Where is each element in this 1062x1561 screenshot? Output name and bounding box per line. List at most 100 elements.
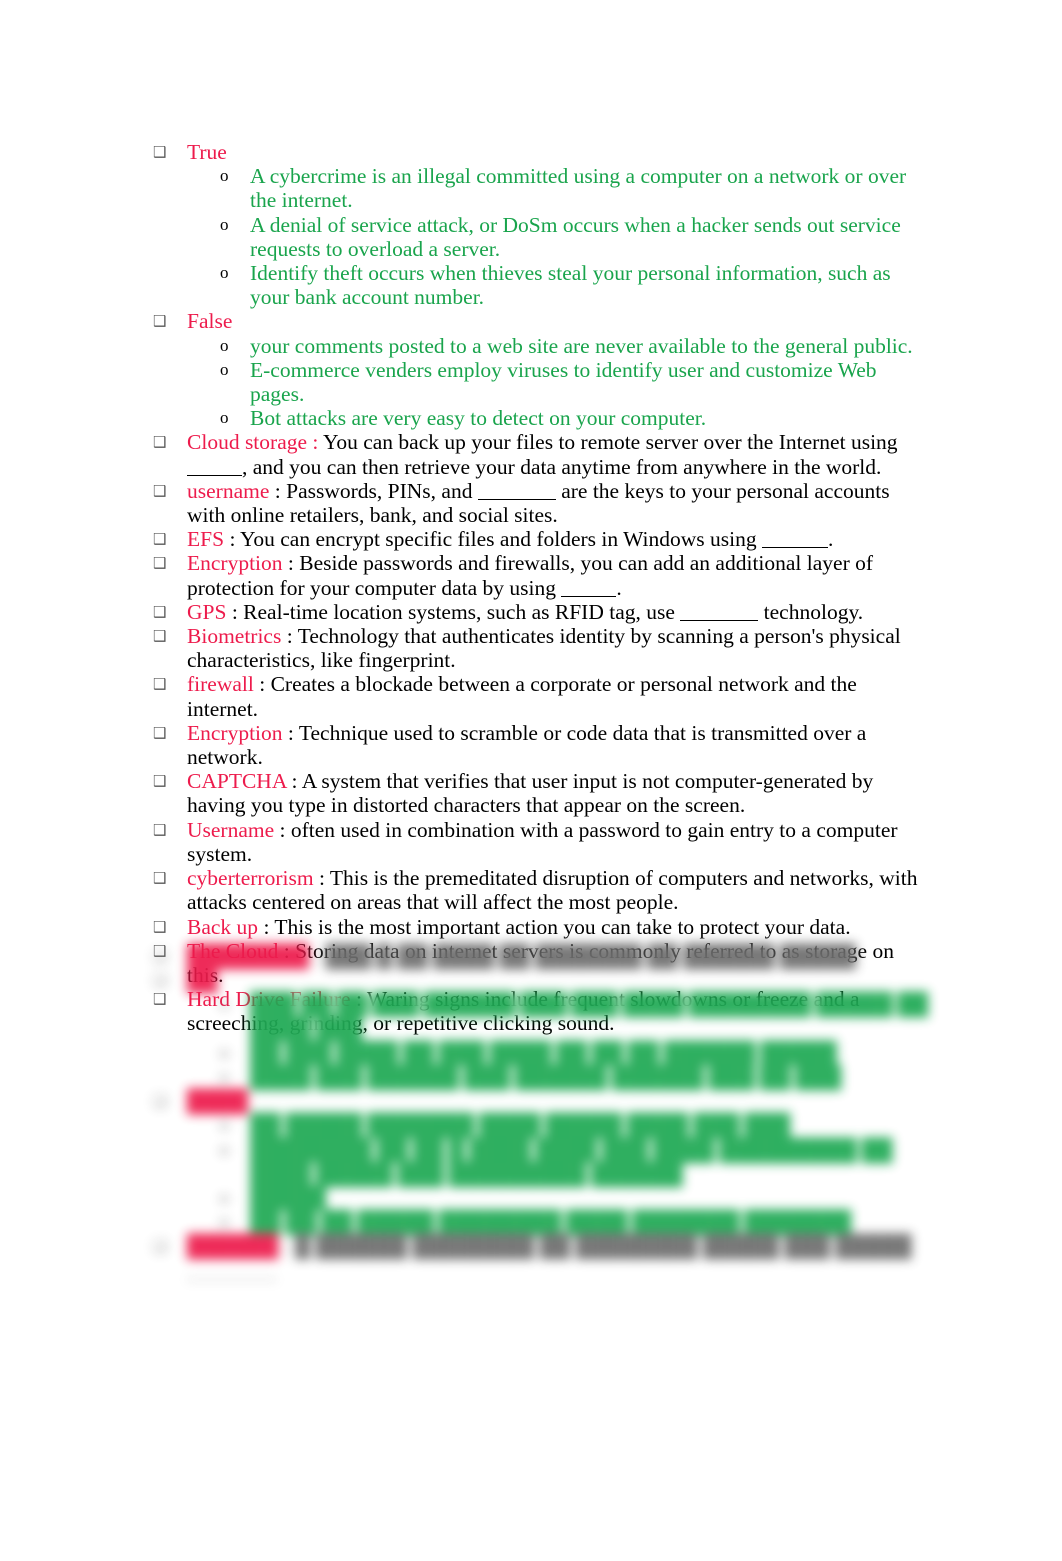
- sub-bullet-icon: o: [220, 263, 229, 283]
- bullet-icon: ❑: [153, 530, 167, 549]
- definition-term: GPS: [187, 599, 227, 624]
- fill-in-blank: [680, 606, 759, 621]
- fill-in-blank: [561, 582, 617, 597]
- redacted-list: ❑ ████████ : ███ █ ██ ████ ██ ███████ ██ …: [150, 944, 940, 1283]
- redacted-line: o ██ ███ ████ ██ ███ ████ ██ ██ ██ ██████…: [150, 1040, 940, 1065]
- redacted-term: ██: [187, 968, 218, 993]
- bullet-icon: ❑: [153, 602, 167, 621]
- fill-in-blank: [187, 461, 242, 476]
- bullet-icon: ❑: [153, 433, 167, 452]
- definition-text: : You can encrypt specific files and fol…: [224, 527, 763, 552]
- sub-bullet-icon: o: [220, 1188, 229, 1208]
- definition-text: , and you can then retrieve your data an…: [242, 454, 882, 479]
- redacted-text: : ███ █ ██ ████ ██ ███████ ██ ██████ ███…: [308, 944, 857, 968]
- list-item-label: A cybercrime is an illegal committed usi…: [250, 164, 907, 213]
- redacted-text: ██ █████ ███████ ████ █████ ████ ███ ███: [250, 1113, 791, 1138]
- bullet-icon: ❑: [153, 723, 167, 742]
- redacted-text: ██ ███ ████ ██ ███ ████ ██ ██ ██ ██████ …: [250, 1040, 837, 1065]
- definition-term: Cloud storage: [187, 430, 308, 455]
- redacted-text: ██ ██ ██ █████ ████████ ████ ███████ ███…: [250, 1210, 852, 1235]
- definition-item: ❑ EFS : You can encrypt specific files an…: [150, 527, 928, 551]
- redacted-line: o █████: [150, 1186, 940, 1211]
- definition-term: Encryption: [187, 551, 283, 576]
- bullet-icon: ❑: [153, 917, 167, 936]
- definition-item: ❑ Cloud storage : You can back up your fi…: [150, 430, 928, 478]
- redacted-line: ❑ ██████ : █ ██████ ████████ ██ ████████ …: [150, 1234, 940, 1282]
- definition-term: cyberterrorism: [187, 866, 314, 891]
- redacted-term: ████: [187, 1089, 248, 1114]
- redacted-text: ███ ██ ██ ███ ██████ ███ ███ ████ ██████…: [250, 992, 929, 1041]
- definition-text: : Technology that authenticates identity…: [187, 624, 901, 673]
- definition-item: ❑ Back up : This is the most important ac…: [150, 915, 928, 939]
- definition-item: ❑ GPS : Real-time location systems, such …: [150, 600, 928, 624]
- redacted-text: █████: [250, 1186, 327, 1211]
- list-item-label: E-commerce venders employ viruses to ide…: [250, 357, 877, 407]
- definition-item: ❑ Encryption : Beside passwords and firew…: [150, 551, 928, 599]
- redacted-line: ❑ ████████ : ███ █ ██ ████ ██ ███████ ██ …: [150, 944, 940, 968]
- definition-term: Username: [187, 817, 275, 842]
- definition-text: : This is the most important action you …: [258, 914, 851, 939]
- sub-bullet-icon: o: [220, 214, 229, 234]
- definition-text: : Passwords, PINs, and: [269, 478, 478, 503]
- list-item: o E-commerce venders employ viruses to i…: [150, 358, 928, 406]
- list-item: o Bot attacks are very easy to detect on…: [150, 406, 928, 430]
- bullet-icon: ❑: [153, 869, 167, 888]
- section-heading-true: ❑ True: [150, 140, 928, 164]
- definition-item: ❑ username : Passwords, PINs, and are the…: [150, 479, 928, 527]
- definition-text: : Real-time location systems, such as RF…: [226, 599, 681, 624]
- definition-text: : A system that verifies that user input…: [187, 769, 874, 818]
- sub-bullet-icon: o: [220, 359, 229, 379]
- sub-bullet-icon: o: [220, 335, 229, 355]
- redacted-region: ❑ ████████ : ███ █ ██ ████ ██ ███████ ██ …: [150, 944, 940, 1283]
- redacted-term: ████████: [187, 944, 309, 968]
- redacted-line: o ██ █████ ███████ ████ █████ ████ ███ ██…: [150, 1113, 940, 1138]
- definition-text: : Creates a blockade between a corporate…: [187, 672, 857, 721]
- bullet-icon: ❑: [153, 1237, 167, 1256]
- redacted-text: ████████ ██ ██ █ ████ ████ ███ ████ ████…: [250, 1137, 893, 1186]
- section-heading-label: False: [187, 309, 233, 334]
- bullet-icon: ❑: [153, 627, 167, 646]
- redacted-term: ██████: [187, 1234, 279, 1259]
- sub-bullet-icon: o: [220, 1139, 229, 1159]
- redacted-text: : █ ██████ ████████ ██ ████████ █████ ██…: [278, 1234, 912, 1259]
- definition-text: : often used in combination with a passw…: [187, 817, 898, 866]
- bullet-icon: ❑: [153, 554, 167, 573]
- list-item-label: your comments posted to a web site are n…: [250, 333, 913, 358]
- bullet-icon: ❑: [153, 820, 167, 839]
- sub-bullet-icon: o: [220, 1212, 229, 1232]
- definition-term: EFS: [187, 527, 225, 552]
- list-item-label: Bot attacks are very easy to detect on y…: [250, 406, 707, 431]
- redacted-line: ❑ ██: [150, 968, 940, 993]
- document-page: ❑ True o A cybercrime is an illegal comm…: [0, 0, 1062, 1561]
- redacted-line: ❑ ████: [150, 1089, 940, 1114]
- list-item: o your comments posted to a web site are…: [150, 334, 928, 358]
- sub-bullet-icon: o: [220, 1067, 229, 1087]
- definition-text: .: [828, 527, 834, 552]
- bullet-icon: ❑: [153, 312, 167, 331]
- list-item: o A cybercrime is an illegal committed u…: [150, 164, 928, 212]
- redacted-line: o ██ ██ ██ █████ ████████ ████ ███████ ██…: [150, 1210, 940, 1235]
- section-heading-label: True: [187, 140, 227, 164]
- list-item-label: A denial of service attack, or DoSm occu…: [250, 212, 901, 261]
- definition-term: firewall: [187, 672, 254, 697]
- fill-in-blank: [477, 485, 556, 500]
- bullet-icon: ❑: [153, 947, 167, 965]
- list-item: o Identify theft occurs when thieves ste…: [150, 261, 928, 309]
- definition-item: ❑ Encryption : Technique used to scramble…: [150, 721, 928, 769]
- redacted-underline: [187, 1267, 277, 1280]
- definition-text: : Technique used to scramble or code dat…: [187, 720, 867, 770]
- definition-text: .: [616, 575, 622, 600]
- sub-bullet-icon: o: [220, 1115, 229, 1135]
- definition-item: ❑ Biometrics : Technology that authentica…: [150, 624, 928, 672]
- sub-bullet-icon: o: [220, 408, 229, 428]
- definition-text: You can back up your files to remote ser…: [318, 430, 898, 455]
- list-item: o A denial of service attack, or DoSm oc…: [150, 213, 928, 261]
- bullet-icon: ❑: [153, 481, 167, 500]
- definition-item: ❑ CAPTCHA : A system that verifies that u…: [150, 769, 928, 817]
- redacted-line: o ████ ███ ██████ ███ ██████ ██████ ███ █…: [150, 1065, 940, 1090]
- fill-in-blank: [762, 533, 829, 549]
- list-item-label: Identify theft occurs when thieves steal…: [250, 261, 891, 310]
- bullet-icon: ❑: [153, 675, 167, 694]
- section-heading-false: ❑ False: [150, 309, 928, 333]
- definition-item: ❑ firewall : Creates a blockade between a…: [150, 672, 928, 720]
